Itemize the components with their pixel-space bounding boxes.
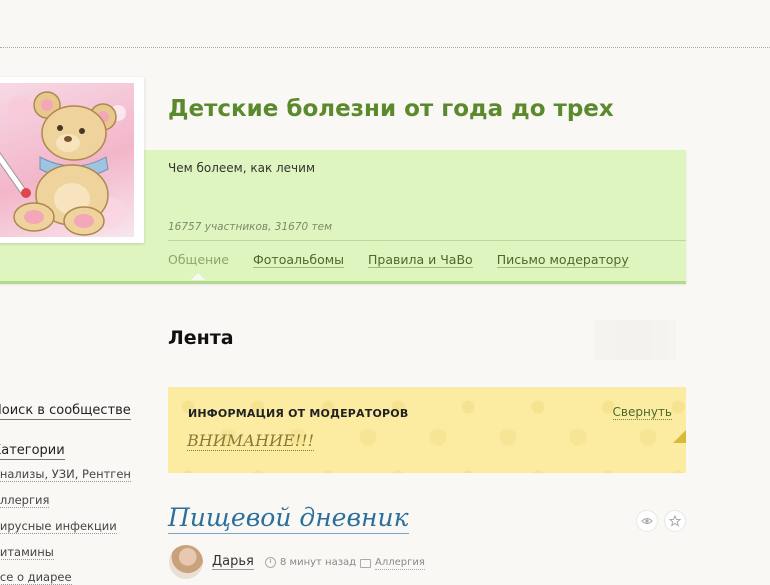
panel-edge: [142, 150, 168, 242]
eye-icon[interactable]: [636, 510, 658, 532]
sidebar-category-item[interactable]: Витамины: [0, 545, 54, 560]
moderator-warning-link[interactable]: ВНИМАНИЕ!!!: [187, 432, 315, 451]
community-nav: Общение Фотоальбомы Правила и ЧаВо Письм…: [168, 252, 629, 268]
tab-rules-faq[interactable]: Правила и ЧаВо: [368, 252, 473, 268]
community-avatar[interactable]: [0, 77, 144, 243]
panel-divider: [168, 240, 686, 241]
star-icon[interactable]: [664, 510, 686, 532]
tab-obshchenie[interactable]: Общение: [168, 252, 229, 268]
moderator-info-box: ИНФОРМАЦИЯ ОТ МОДЕРАТОРОВ Свернуть ВНИМА…: [168, 387, 686, 473]
category-icon: [360, 559, 371, 568]
post-time: 8 минут назад: [265, 557, 356, 568]
teddy-bear-thermometer-icon: [0, 83, 134, 237]
feed-title: Лента: [168, 327, 234, 349]
community-description: Чем болеем, как лечим: [168, 161, 315, 175]
post-category: Аллергия: [360, 557, 425, 570]
sidebar-categories-title[interactable]: Категории: [0, 443, 65, 460]
post-author-link[interactable]: Дарья: [212, 554, 254, 570]
top-divider: [0, 47, 770, 48]
post-title[interactable]: Пищевой дневник: [168, 503, 409, 534]
clock-icon: [265, 557, 276, 568]
post-time-text: 8 минут назад: [280, 557, 357, 568]
post-category-link[interactable]: Аллергия: [375, 557, 425, 570]
active-tab-pointer: [191, 273, 205, 280]
tab-message-moderator[interactable]: Письмо модератору: [496, 252, 629, 268]
collapse-button[interactable]: Свернуть: [612, 405, 672, 420]
community-title[interactable]: Детские болезни от года до трех: [168, 96, 614, 122]
community-stats: 16757 участников, 31670 тем: [168, 221, 333, 233]
sidebar-category-item[interactable]: Вирусные инфекции: [0, 519, 117, 534]
avatar[interactable]: [169, 545, 203, 579]
tab-photoalbums[interactable]: Фотоальбомы: [253, 252, 345, 268]
sidebar-category-item[interactable]: Анализы, УЗИ, Рентген: [0, 467, 131, 482]
sidebar-search-link[interactable]: Поиск в сообществе: [0, 403, 131, 420]
fold-corner-icon: [673, 430, 686, 443]
sidebar-category-item[interactable]: Аллергия: [0, 493, 50, 508]
faint-decoration: [594, 320, 676, 360]
moderator-info-title: ИНФОРМАЦИЯ ОТ МОДЕРАТОРОВ: [188, 407, 409, 420]
